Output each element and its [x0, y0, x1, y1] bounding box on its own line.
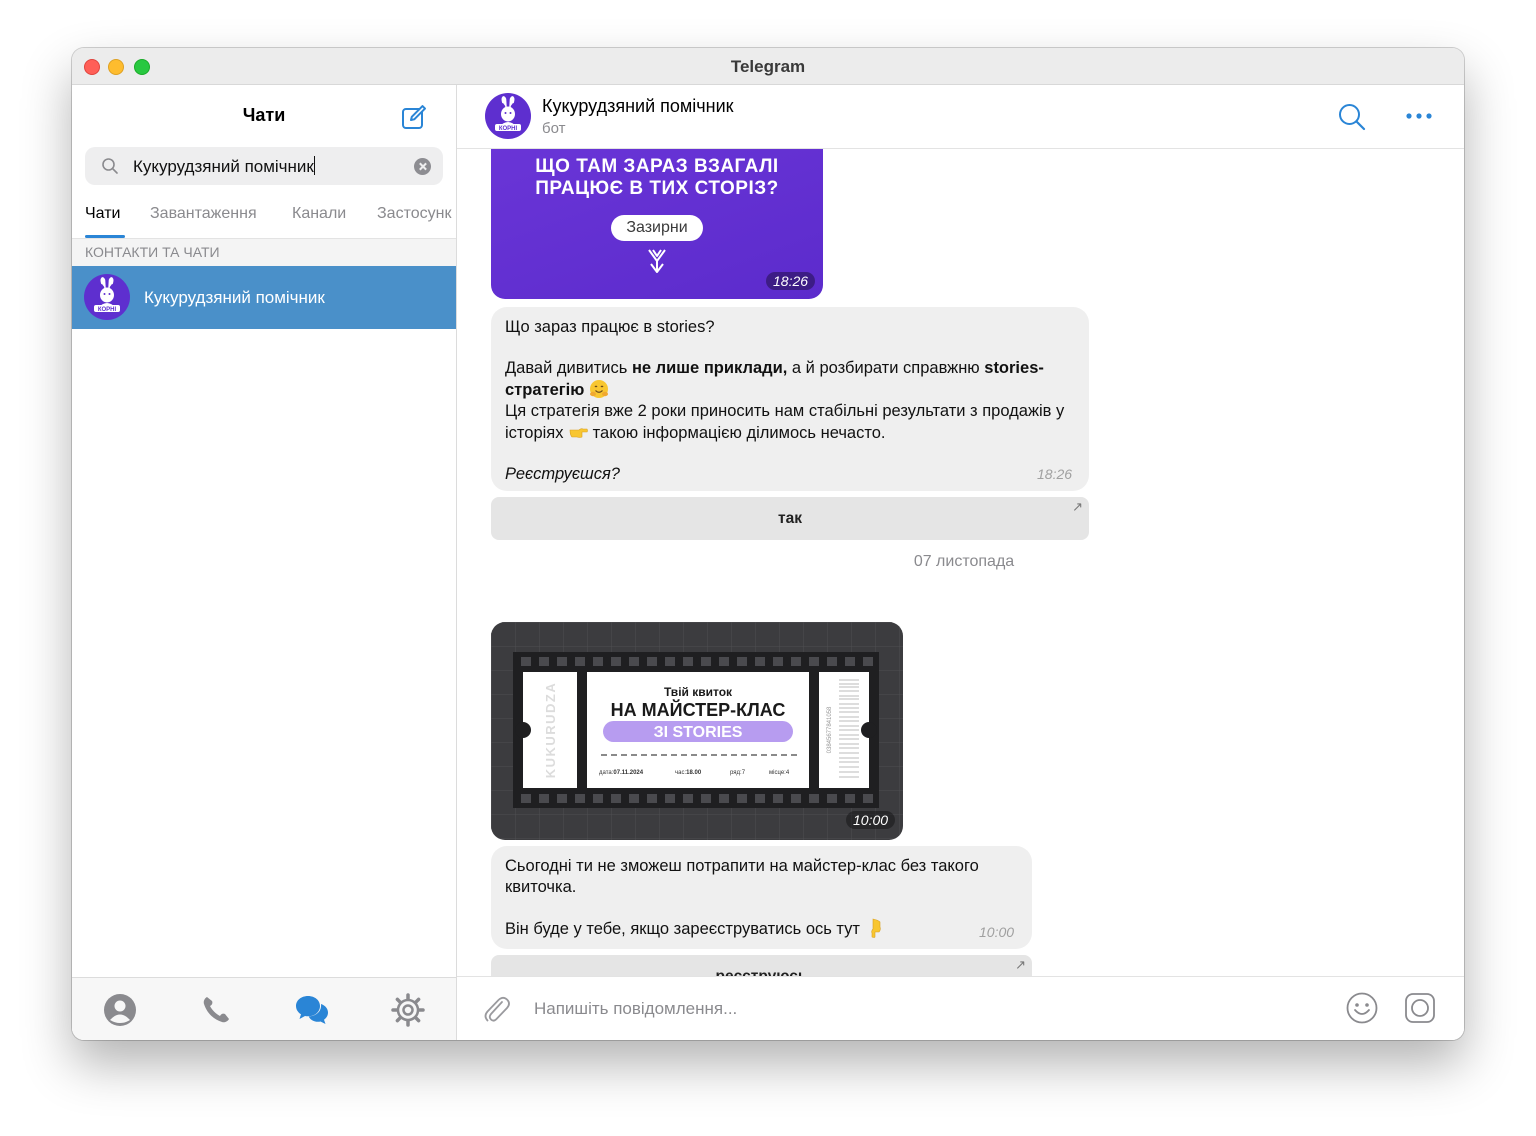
svg-text:час:18.00: час:18.00: [675, 770, 702, 776]
tab-chats[interactable]: Чати: [85, 205, 120, 223]
ticket-serial: 03845677841058: [827, 706, 833, 753]
search-field[interactable]: Кукурудзяний помічник: [85, 147, 443, 185]
bunny-logo-icon: КОРНІ: [94, 277, 120, 313]
bunny-logo-icon: КОРНІ: [495, 96, 521, 132]
video-message-icon[interactable]: [1403, 991, 1437, 1025]
window-title: Telegram: [730, 57, 806, 76]
chat-avatar[interactable]: КОРНІ: [485, 93, 531, 139]
filter-tabs: Чати Завантаження Канали Застосунк: [72, 202, 456, 239]
chat-list-item[interactable]: КОРНІ Кукурудзяний помічник: [72, 266, 456, 329]
promo-peek-button: Зазирни: [611, 215, 703, 241]
promo-title: ЩО ТАМ ЗАРАЗ ВЗАГАЛІ ПРАЦЮЄ В ТИХ СТОРІЗ…: [535, 156, 779, 199]
search-icon[interactable]: [1337, 102, 1367, 132]
ticket-image-message[interactable]: KUKURUDZA Твій квиток НА МАЙСТЕР-КЛАС ЗІ…: [491, 622, 903, 840]
promo-image-message[interactable]: ЩО ТАМ ЗАРАЗ ВЗАГАЛІ ПРАЦЮЄ В ТИХ СТОРІЗ…: [491, 149, 823, 299]
search-icon: [102, 158, 118, 174]
message-input[interactable]: Напишіть повідомлення...: [534, 999, 737, 1019]
hugging-face-emoji-icon: [589, 380, 608, 398]
svg-text:місце:4: місце:4: [769, 770, 790, 776]
emoji-icon[interactable]: [1345, 991, 1379, 1025]
external-link-icon: ↗: [1015, 957, 1026, 972]
clear-search-icon[interactable]: [414, 158, 431, 175]
chat-subtitle: бот: [542, 120, 566, 137]
tab-downloads[interactable]: Завантаження: [150, 205, 257, 223]
inline-button-yes[interactable]: так ↗: [491, 497, 1089, 540]
telegram-window: Telegram Чати Кукурудзяний помічник Чати…: [72, 48, 1464, 1040]
more-options-icon[interactable]: [1405, 104, 1433, 128]
svg-text:ряд:7: ряд:7: [730, 770, 746, 776]
ticket-side-text: KUKURUDZA: [543, 682, 558, 779]
message-input-bar: Напишіть повідомлення...: [457, 976, 1464, 1040]
contacts-icon[interactable]: [102, 992, 138, 1028]
message-bubble: Що зараз працює в stories? Давай дивитис…: [491, 307, 1089, 491]
svg-text:дата:07.11.2024: дата:07.11.2024: [599, 770, 644, 776]
date-separator: 07 листопада: [913, 553, 1015, 570]
message-time: 18:26: [1037, 466, 1073, 482]
avatar: КОРНІ: [84, 274, 130, 320]
avatar-text: КОРНІ: [499, 126, 518, 132]
chat-pane: КОРНІ Кукурудзяний помічник бот ЩО ТАМ З…: [457, 85, 1464, 1040]
avatar-text: КОРНІ: [98, 307, 117, 313]
pointing-down-emoji-icon: [870, 918, 881, 938]
message-time: 10:00: [979, 924, 1015, 940]
message-time: 10:00: [846, 811, 896, 829]
tab-apps[interactable]: Застосунк: [377, 205, 451, 223]
paperclip-icon[interactable]: [481, 993, 511, 1025]
message-list[interactable]: ЩО ТАМ ЗАРАЗ ВЗАГАЛІ ПРАЦЮЄ В ТИХ СТОРІЗ…: [457, 149, 1464, 976]
ticket-illustration: KUKURUDZA Твій квиток НА МАЙСТЕР-КЛАС ЗІ…: [491, 622, 903, 840]
chat-header: КОРНІ Кукурудзяний помічник бот: [457, 85, 1464, 149]
external-link-icon: ↗: [1072, 499, 1083, 514]
section-label: КОНТАКТИ ТА ЧАТИ: [72, 239, 456, 266]
chat-title[interactable]: Кукурудзяний помічник: [542, 96, 734, 117]
corn-arrow-icon: [648, 249, 666, 273]
search-input-value[interactable]: Кукурудзяний помічник: [133, 156, 315, 177]
bottom-tab-bar: [72, 977, 456, 1040]
ticket-badge: ЗІ STORIES: [654, 724, 743, 741]
compose-icon[interactable]: [400, 103, 428, 131]
pointing-right-emoji-icon: [569, 428, 588, 438]
chats-icon[interactable]: [294, 992, 330, 1028]
active-tab-indicator: [85, 235, 125, 238]
message-bubble: Сьогодні ти не зможеш потрапити на майст…: [491, 846, 1032, 949]
title-bar: Telegram: [72, 48, 1464, 85]
tab-channels[interactable]: Канали: [292, 205, 346, 223]
ticket-small-title: Твій квиток: [664, 685, 733, 699]
calls-icon[interactable]: [198, 992, 234, 1028]
sidebar: Чати Кукурудзяний помічник Чати Завантаж…: [72, 85, 457, 1040]
ticket-big-title: НА МАЙСТЕР-КЛАС: [611, 699, 786, 720]
settings-icon[interactable]: [390, 992, 426, 1028]
sidebar-title: Чати: [242, 105, 286, 125]
chat-list-item-name: Кукурудзяний помічник: [144, 288, 325, 307]
message-time: 18:26: [766, 272, 816, 290]
inline-button-register[interactable]: реєструюсь↗: [491, 955, 1032, 976]
